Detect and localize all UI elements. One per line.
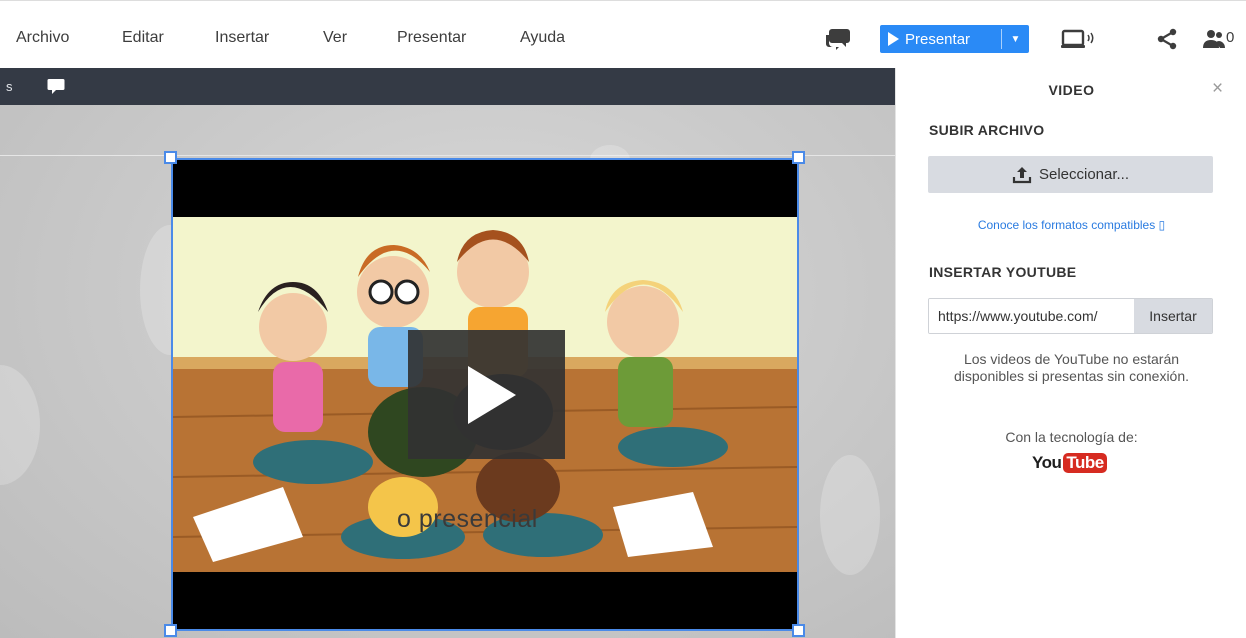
video-panel: VIDEO × SUBIR ARCHIVO Seleccionar... Con…: [895, 68, 1246, 638]
select-file-label: Seleccionar...: [1038, 166, 1130, 183]
present-dropdown-toggle[interactable]: ▼: [1002, 25, 1029, 53]
youtube-logo: You Tube: [1032, 453, 1107, 473]
video-play-button[interactable]: [408, 330, 565, 459]
menu-ver[interactable]: Ver: [323, 29, 347, 47]
screen-cast-icon[interactable]: [1061, 28, 1097, 55]
powered-by-text: Con la tecnología de:: [1005, 429, 1138, 445]
slide-canvas[interactable]: o presencial: [0, 105, 895, 638]
present-main-button[interactable]: Presentar: [880, 25, 1001, 53]
top-menu-bar: Archivo Editar Insertar Ver Presentar Ay…: [0, 0, 1246, 68]
menu-presentar[interactable]: Presentar: [397, 29, 466, 47]
collaborators-icon[interactable]: [1203, 28, 1225, 55]
present-button-label: Presentar: [905, 30, 971, 48]
background-shape: [0, 365, 40, 485]
upload-heading: SUBIR ARCHIVO: [929, 122, 1045, 138]
present-button[interactable]: Presentar ▼: [880, 25, 1029, 53]
menu-ayuda[interactable]: Ayuda: [520, 29, 565, 47]
youtube-logo-you: You: [1032, 453, 1062, 472]
menu-archivo[interactable]: Archivo: [16, 29, 69, 47]
toolbar-partial-label: s: [6, 79, 13, 94]
select-file-button[interactable]: Seleccionar...: [928, 156, 1213, 193]
youtube-url-row: Insertar: [928, 298, 1213, 334]
resize-handle-bottom-left[interactable]: [164, 624, 177, 637]
comments-icon[interactable]: [823, 28, 851, 55]
menu-editar[interactable]: Editar: [122, 29, 164, 47]
canvas-guide-line: [0, 155, 895, 156]
background-shape: [820, 455, 880, 575]
close-icon[interactable]: ×: [1212, 78, 1223, 100]
resize-handle-bottom-right[interactable]: [792, 624, 805, 637]
chevron-down-icon: ▼: [1010, 33, 1021, 45]
panel-title: VIDEO: [1048, 82, 1095, 98]
menu-insertar[interactable]: Insertar: [215, 29, 269, 47]
comment-icon[interactable]: [47, 77, 65, 100]
video-element[interactable]: o presencial: [171, 158, 799, 631]
resize-handle-top-left[interactable]: [164, 151, 177, 164]
youtube-logo-tube: Tube: [1063, 453, 1107, 473]
compatible-formats-link[interactable]: Conoce los formatos compatibles ▯: [896, 218, 1246, 232]
collaborators-count: 0: [1226, 29, 1235, 46]
youtube-url-input[interactable]: [929, 299, 1134, 333]
youtube-offline-note: Los videos de YouTube no estarán disponi…: [953, 351, 1190, 384]
upload-icon: [1012, 166, 1032, 183]
editor-toolbar-strip: s: [0, 68, 895, 105]
resize-handle-top-right[interactable]: [792, 151, 805, 164]
video-caption: o presencial: [397, 505, 538, 533]
share-icon[interactable]: [1156, 28, 1178, 55]
play-icon: [888, 32, 899, 46]
youtube-insert-button[interactable]: Insertar: [1134, 299, 1212, 333]
youtube-heading: INSERTAR YOUTUBE: [929, 264, 1077, 280]
play-icon: [467, 365, 516, 424]
